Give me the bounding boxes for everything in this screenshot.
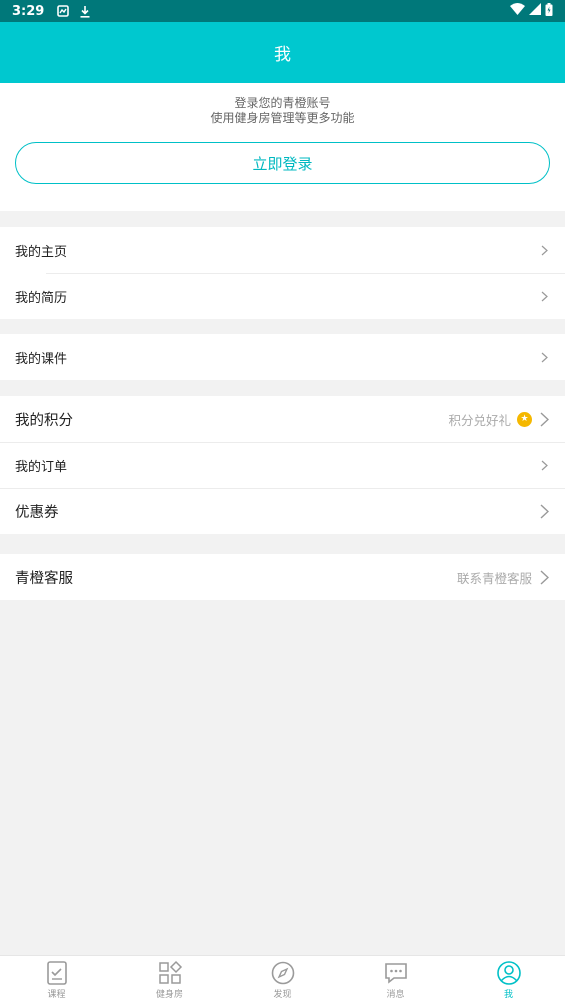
nav-course[interactable]: 课程 bbox=[0, 956, 113, 1004]
coupons-row[interactable]: 优惠券 bbox=[0, 488, 565, 534]
login-section: 登录您的青橙账号 使用健身房管理等更多功能 立即登录 bbox=[0, 83, 565, 211]
bottom-nav: 课程 健身房 发现 消息 我 bbox=[0, 955, 565, 1004]
points-redeem-text: 积分兑好礼 bbox=[448, 412, 511, 428]
signal-icon bbox=[529, 3, 541, 19]
chevron-right-icon bbox=[538, 288, 550, 304]
account-group: 我的积分 积分兑好礼 ★ 我的订单 优惠券 bbox=[0, 396, 565, 534]
my-homepage-row[interactable]: 我的主页 bbox=[0, 227, 565, 273]
wifi-icon bbox=[510, 3, 525, 19]
nav-me-label: 我 bbox=[503, 990, 513, 1000]
screenshot-icon bbox=[56, 4, 70, 18]
battery-icon bbox=[545, 2, 553, 20]
message-icon bbox=[383, 960, 409, 986]
contact-service-text: 联系青橙客服 bbox=[456, 570, 532, 586]
nav-discover[interactable]: 发现 bbox=[226, 956, 339, 1004]
chevron-right-icon bbox=[538, 349, 550, 365]
my-resume-row[interactable]: 我的简历 bbox=[0, 273, 565, 319]
course-icon bbox=[44, 960, 70, 986]
login-prompt-line2: 使用健身房管理等更多功能 bbox=[210, 111, 355, 125]
chevron-right-icon bbox=[538, 242, 550, 258]
screen: 3:29 我 登录您的青橙账号 使用健身房管理等更多功能 立即登录 我的主页 我… bbox=[0, 0, 565, 1004]
courseware-group: 我的课件 bbox=[0, 334, 565, 380]
nav-course-label: 课程 bbox=[47, 990, 66, 1000]
chevron-right-icon bbox=[538, 503, 550, 519]
customer-service-row[interactable]: 青橙客服 联系青橙客服 bbox=[0, 554, 565, 600]
download-icon bbox=[78, 4, 92, 18]
my-courseware-label: 我的课件 bbox=[15, 351, 68, 367]
my-homepage-label: 我的主页 bbox=[15, 244, 68, 260]
login-button[interactable]: 立即登录 bbox=[15, 142, 550, 184]
nav-gym[interactable]: 健身房 bbox=[113, 956, 226, 1004]
my-orders-row[interactable]: 我的订单 bbox=[0, 442, 565, 488]
coupons-label: 优惠券 bbox=[15, 504, 59, 521]
nav-gym-label: 健身房 bbox=[155, 990, 183, 1000]
my-points-label: 我的积分 bbox=[15, 412, 73, 429]
chevron-right-icon bbox=[538, 457, 550, 473]
login-prompt-line1: 登录您的青橙账号 bbox=[234, 96, 331, 110]
chevron-right-icon bbox=[538, 411, 550, 427]
profile-icon bbox=[496, 960, 522, 986]
compass-icon bbox=[270, 960, 296, 986]
service-group: 青橙客服 联系青橙客服 bbox=[0, 554, 565, 600]
coin-icon: ★ bbox=[517, 411, 532, 427]
my-resume-label: 我的简历 bbox=[15, 290, 68, 306]
my-orders-label: 我的订单 bbox=[15, 459, 68, 475]
nav-me[interactable]: 我 bbox=[452, 956, 565, 1004]
status-time: 3:29 bbox=[12, 3, 45, 19]
my-courseware-row[interactable]: 我的课件 bbox=[0, 334, 565, 380]
customer-service-label: 青橙客服 bbox=[15, 570, 73, 587]
nav-discover-label: 发现 bbox=[273, 990, 292, 1000]
nav-messages[interactable]: 消息 bbox=[339, 956, 452, 1004]
status-bar: 3:29 bbox=[0, 0, 565, 22]
profile-group: 我的主页 我的简历 bbox=[0, 227, 565, 319]
chevron-right-icon bbox=[538, 569, 550, 585]
nav-messages-label: 消息 bbox=[386, 990, 405, 1000]
page-header: 我 bbox=[0, 22, 565, 83]
page-title: 我 bbox=[274, 45, 291, 65]
gym-icon bbox=[157, 960, 183, 986]
my-points-row[interactable]: 我的积分 积分兑好礼 ★ bbox=[0, 396, 565, 442]
